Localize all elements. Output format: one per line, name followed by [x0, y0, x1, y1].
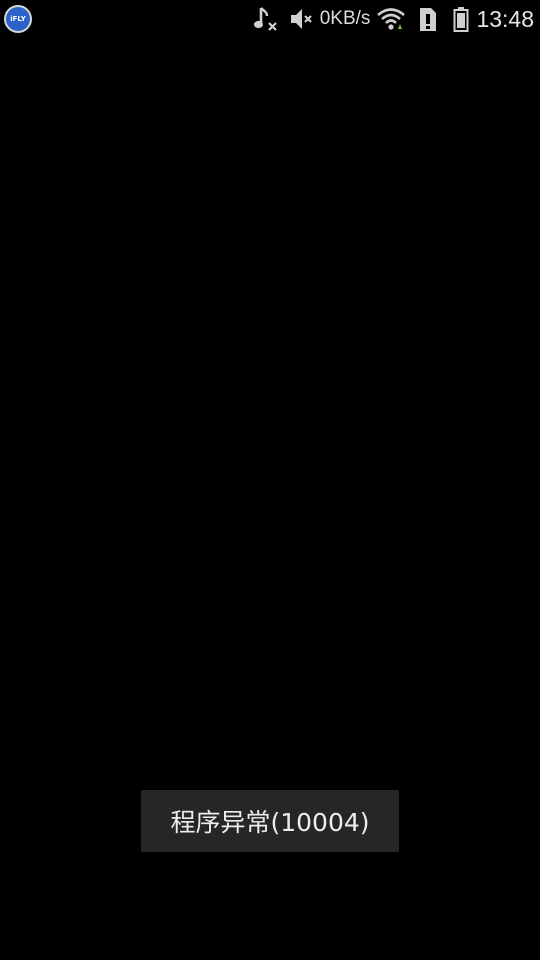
network-speed: 0KB/s [319, 8, 371, 29]
ifly-logo-icon: iFLY [4, 5, 32, 33]
status-bar: iFLY 0KB/s 13:48 [0, 0, 540, 38]
app-logo-text: iFLY [10, 15, 26, 23]
error-toast: 程序异常(10004) [141, 790, 399, 852]
sim-alert-icon [416, 5, 440, 33]
clock: 13:48 [476, 5, 534, 32]
music-muted-icon [252, 5, 280, 33]
status-icons: 0KB/s 13:48 [252, 0, 534, 38]
wifi-icon [376, 5, 406, 33]
volume-muted-icon [288, 5, 316, 33]
battery-icon [452, 5, 470, 33]
toast-message: 程序异常(10004) [170, 808, 370, 837]
